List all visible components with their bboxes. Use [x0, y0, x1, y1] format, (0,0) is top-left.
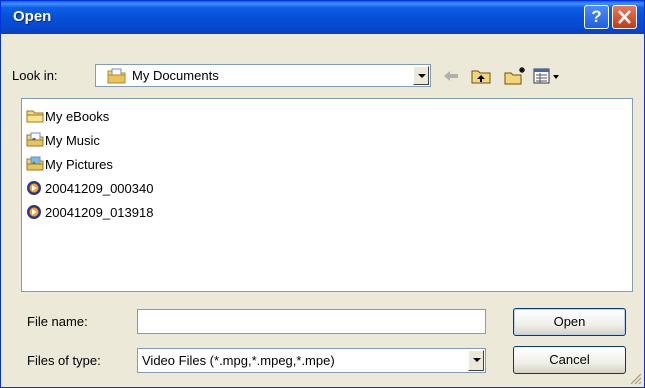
close-button[interactable] — [612, 5, 637, 29]
list-item-my-ebooks[interactable]: My eBooks — [26, 106, 109, 126]
help-button[interactable]: ? — [584, 5, 609, 29]
dialog-title: Open — [13, 8, 52, 25]
file-type-label: Files of type: — [27, 353, 101, 368]
folder-icon — [26, 110, 44, 123]
chevron-down-icon[interactable] — [413, 66, 429, 85]
list-item-label: My eBooks — [45, 108, 110, 124]
list-item-label: 20041209_000340 — [45, 180, 154, 196]
help-icon: ? — [591, 7, 602, 26]
new-folder-icon[interactable] — [503, 66, 527, 86]
list-item-label: My Pictures — [45, 156, 113, 172]
file-name-input[interactable] — [137, 309, 486, 334]
list-item-my-pictures[interactable]: My Pictures — [26, 154, 113, 174]
look-in-label: Look in: — [12, 68, 58, 83]
media-file-icon — [27, 205, 41, 219]
file-name-label: File name: — [27, 314, 88, 329]
title-bar[interactable]: Open ? — [1, 1, 644, 34]
media-file-icon — [27, 181, 41, 195]
list-item-label: 20041209_013918 — [45, 204, 154, 220]
look-in-dropdown[interactable]: My Documents — [95, 64, 431, 87]
back-arrow-icon[interactable] — [442, 66, 460, 86]
close-icon — [618, 10, 631, 24]
pictures-folder-icon — [26, 156, 44, 171]
file-type-value: Video Files (*.mpg,*.mpeg,*.mpe) — [142, 353, 335, 368]
list-item-file-1[interactable]: 20041209_000340 — [26, 178, 153, 198]
music-folder-icon — [26, 132, 44, 147]
list-item-my-music[interactable]: My Music — [26, 130, 100, 150]
list-item-label: My Music — [45, 132, 100, 148]
views-menu-icon[interactable] — [532, 66, 562, 86]
resize-grip-icon[interactable] — [629, 372, 642, 385]
file-type-dropdown[interactable]: Video Files (*.mpg,*.mpeg,*.mpe) — [137, 348, 486, 373]
chevron-down-icon[interactable] — [468, 350, 484, 371]
open-button[interactable]: Open — [513, 308, 626, 336]
file-list[interactable]: My eBooks My Music My Pictures 20041209_… — [21, 98, 633, 292]
list-item-file-2[interactable]: 20041209_013918 — [26, 202, 153, 222]
open-dialog: Open ? Look in: My Documents My eBooks M… — [0, 0, 645, 388]
up-folder-icon[interactable] — [470, 66, 492, 86]
cancel-button[interactable]: Cancel — [513, 346, 626, 374]
look-in-value: My Documents — [132, 68, 219, 83]
documents-folder-icon — [107, 68, 126, 84]
